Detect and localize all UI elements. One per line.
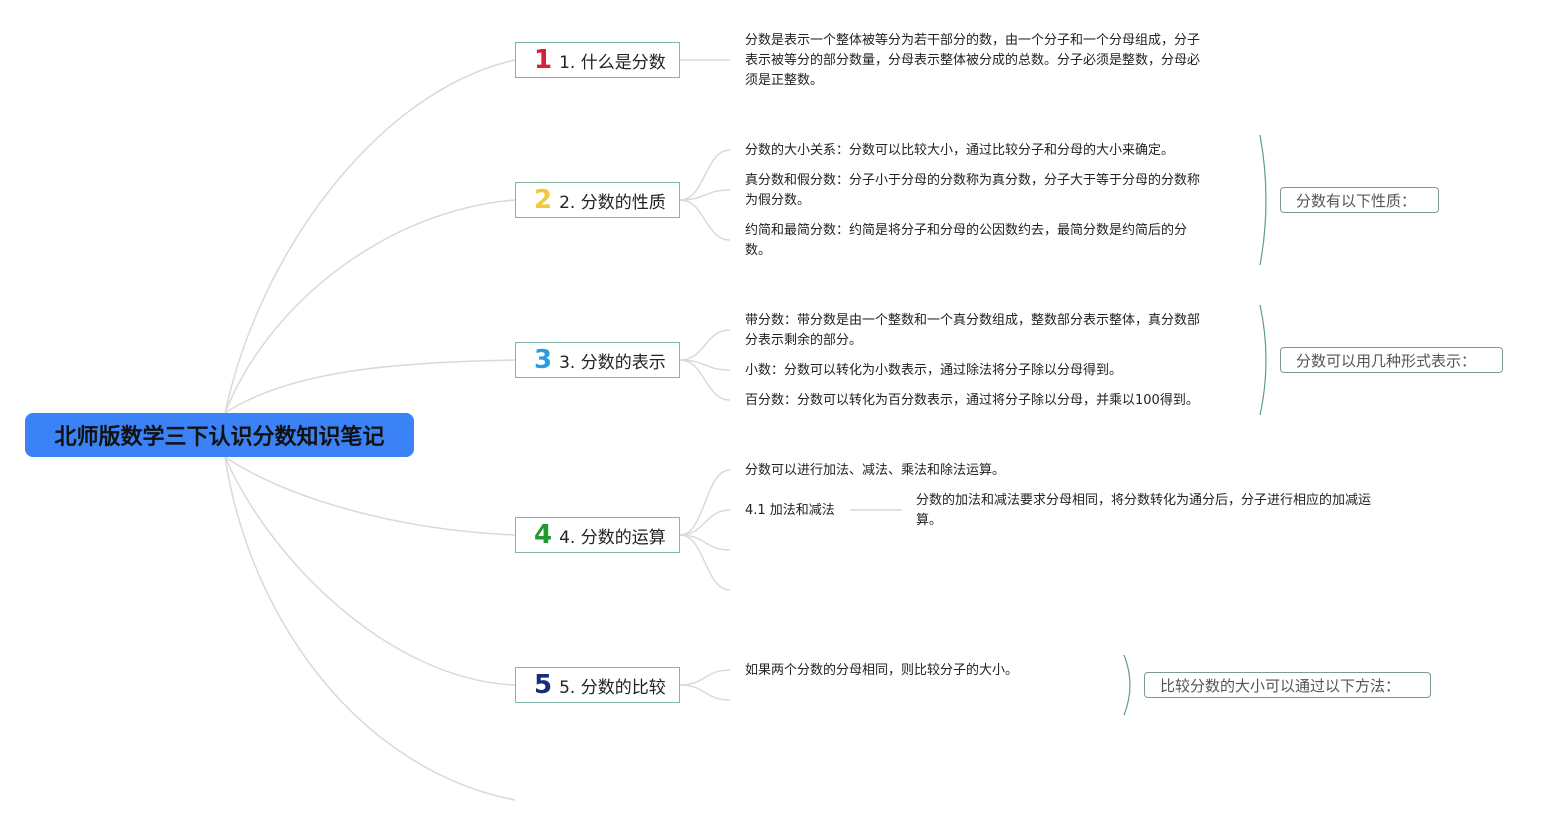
- root-topic[interactable]: 北师版数学三下认识分数知识笔记: [25, 413, 414, 457]
- topic-fraction-operations[interactable]: 4 4. 分数的运算: [515, 517, 680, 553]
- branch-line-1: [224, 59, 516, 414]
- summary-text: 分数可以用几种形式表示：: [1296, 351, 1477, 370]
- topic-number-5: 5: [534, 670, 553, 700]
- sub-line-2a: [679, 149, 731, 201]
- summary-bracket-2: [1259, 134, 1267, 266]
- note-line: 为假分数。: [745, 193, 811, 208]
- summary-representation[interactable]: 分数可以用几种形式表示：: [1280, 347, 1503, 373]
- topic-number-3: 3: [534, 345, 553, 375]
- topic-number-2: 2: [534, 185, 553, 215]
- topic-number-4: 4: [534, 520, 553, 550]
- note-proper-improper[interactable]: 真分数和假分数：分子小于分母的分数称为真分数，分子大于等于分母的分数称 为假分数…: [745, 171, 1200, 211]
- topic-what-is-fraction[interactable]: 1 1. 什么是分数: [515, 42, 680, 78]
- sub-line-2c: [679, 199, 731, 241]
- note-line: 约简和最简分数：约简是将分子和分母的公因数约去，最简分数是约简后的分: [745, 223, 1188, 238]
- note-definition[interactable]: 分数是表示一个整体被等分为若干部分的数，由一个分子和一个分母组成，分子 表示被等…: [745, 31, 1200, 91]
- root-title: 北师版数学三下认识分数知识笔记: [54, 425, 385, 450]
- note-line: 分数是表示一个整体被等分为若干部分的数，由一个分子和一个分母组成，分子: [745, 33, 1201, 48]
- branch-line-6: [224, 456, 516, 801]
- note-same-denominator[interactable]: 如果两个分数的分母相同，则比较分子的大小。: [745, 661, 1018, 681]
- sub-line-5a: [679, 669, 731, 686]
- topic-label: 4. 分数的运算: [559, 527, 666, 548]
- branch-line-2: [224, 199, 516, 414]
- branch-line-3: [224, 359, 516, 414]
- sub-line-5b: [679, 684, 731, 701]
- sub-line-4a: [679, 469, 731, 536]
- note-add-subtract-detail[interactable]: 分数的加法和减法要求分母相同，将分数转化为通分后，分子进行相应的加减运 算。: [916, 491, 1371, 531]
- branch-line-5: [224, 456, 516, 686]
- topic-number-1: 1: [534, 45, 553, 75]
- note-operations[interactable]: 分数可以进行加法、减法、乘法和除法运算。: [745, 461, 1005, 481]
- note-line: 分表示剩余的部分。: [745, 333, 863, 348]
- topic-label: 5. 分数的比较: [559, 677, 666, 698]
- note-simplification[interactable]: 约简和最简分数：约简是将分子和分母的公因数约去，最简分数是约简后的分 数。: [745, 221, 1187, 261]
- topic-fraction-properties[interactable]: 2 2. 分数的性质: [515, 182, 680, 218]
- note-decimal[interactable]: 小数：分数可以转化为小数表示，通过除法将分子除以分母得到。: [745, 361, 1122, 381]
- sub-line-3a: [679, 329, 731, 361]
- note-line: 分数的加法和减法要求分母相同，将分数转化为通分后，分子进行相应的加减运: [916, 493, 1372, 508]
- branch-line-4: [224, 456, 516, 536]
- topic-label: 3. 分数的表示: [559, 352, 666, 373]
- topic-fraction-representation[interactable]: 3 3. 分数的表示: [515, 342, 680, 378]
- subtopic-add-subtract[interactable]: 4.1 加法和减法: [745, 501, 835, 521]
- note-percentage[interactable]: 百分数：分数可以转化为百分数表示，通过将分子除以分母，并乘以100得到。: [745, 391, 1199, 411]
- summary-bracket-3: [1259, 304, 1267, 416]
- note-line: 算。: [916, 513, 943, 528]
- note-line: 带分数：带分数是由一个整数和一个真分数组成，整数部分表示整体，真分数部: [745, 313, 1201, 328]
- summary-bracket-5: [1123, 654, 1131, 716]
- note-size-relation[interactable]: 分数的大小关系：分数可以比较大小，通过比较分子和分母的大小来确定。: [745, 141, 1174, 161]
- note-line: 表示被等分的部分数量，分母表示整体被分成的总数。分子必须是整数，分母必: [745, 53, 1201, 68]
- summary-properties[interactable]: 分数有以下性质：: [1280, 187, 1439, 213]
- summary-text: 分数有以下性质：: [1296, 191, 1417, 210]
- note-line: 真分数和假分数：分子小于分母的分数称为真分数，分子大于等于分母的分数称: [745, 173, 1201, 188]
- topic-fraction-comparison[interactable]: 5 5. 分数的比较: [515, 667, 680, 703]
- note-line: 须是正整数。: [745, 73, 824, 88]
- note-mixed-number[interactable]: 带分数：带分数是由一个整数和一个真分数组成，整数部分表示整体，真分数部 分表示剩…: [745, 311, 1200, 351]
- summary-comparison[interactable]: 比较分数的大小可以通过以下方法：: [1144, 672, 1431, 698]
- topic-label: 2. 分数的性质: [559, 192, 666, 213]
- sub-line-3c: [679, 359, 731, 401]
- topic-label: 1. 什么是分数: [559, 52, 666, 73]
- sub-line-4b: [679, 509, 731, 536]
- summary-text: 比较分数的大小可以通过以下方法：: [1160, 676, 1401, 695]
- note-line: 数。: [745, 243, 772, 258]
